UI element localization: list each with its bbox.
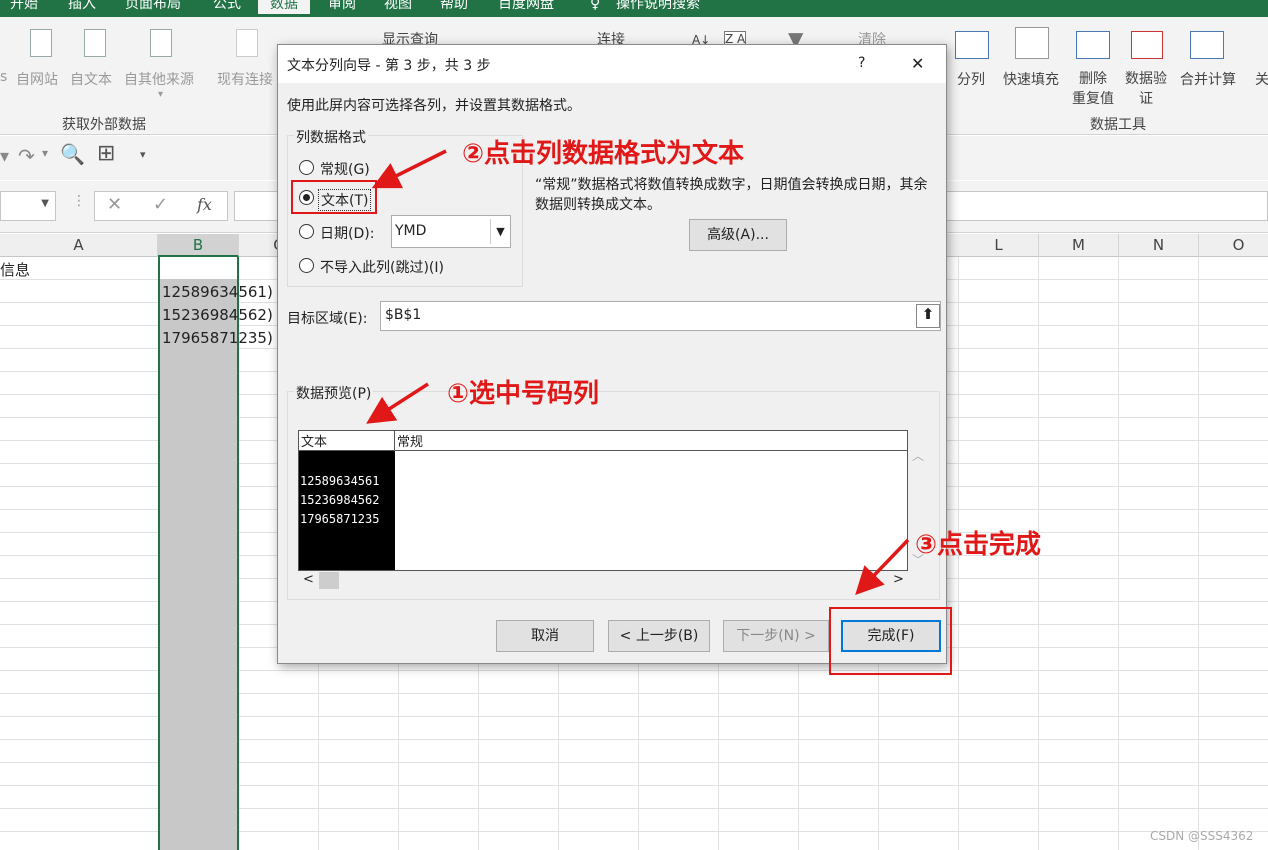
arrow-step1 — [366, 382, 429, 424]
annotation-step3: ③点击完成 — [915, 530, 1042, 560]
arrow-step3 — [855, 538, 910, 596]
annotation-arrows — [366, 149, 910, 596]
watermark: CSDN @SSS4362 — [1150, 829, 1254, 843]
annotation-step2: ②点击列数据格式为文本 — [462, 139, 745, 169]
annotation-step1: ①选中号码列 — [447, 379, 600, 409]
arrow-step2 — [371, 149, 447, 189]
